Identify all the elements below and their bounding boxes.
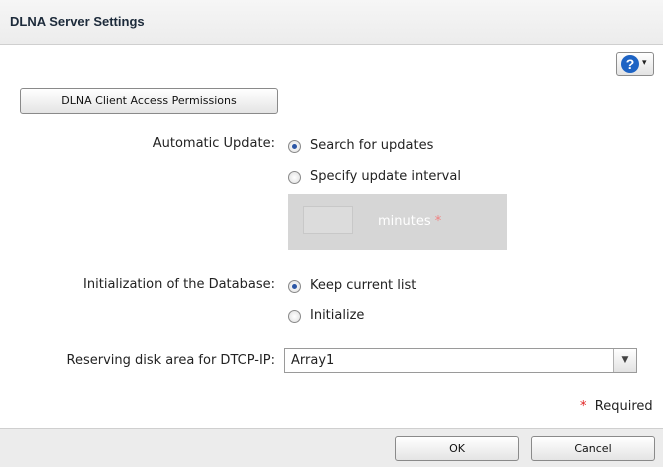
search-for-updates-radio[interactable] <box>288 140 301 153</box>
search-for-updates-option[interactable]: Search for updates <box>310 138 433 153</box>
dtcp-disk-select[interactable]: Array1 ▼ <box>284 348 637 373</box>
dialog-titlebar: DLNA Server Settings <box>0 0 663 45</box>
ok-button[interactable]: OK <box>395 436 519 461</box>
keep-current-list-radio[interactable] <box>288 280 301 293</box>
minutes-unit-label: minutes * <box>378 214 442 229</box>
dlna-client-access-button[interactable]: DLNA Client Access Permissions <box>20 88 278 114</box>
update-interval-panel: minutes * <box>288 194 507 250</box>
initialize-radio[interactable] <box>288 310 301 323</box>
chevron-down-icon: ▾ <box>642 58 647 68</box>
specify-interval-option[interactable]: Specify update interval <box>310 169 461 184</box>
initialization-label: Initialization of the Database: <box>83 277 275 292</box>
interval-minutes-input[interactable] <box>303 206 353 234</box>
cancel-button[interactable]: Cancel <box>531 436 655 461</box>
initialize-option[interactable]: Initialize <box>310 308 364 323</box>
chevron-down-icon[interactable]: ▼ <box>613 349 636 372</box>
help-button[interactable]: ? ▾ <box>616 52 654 76</box>
automatic-update-label: Automatic Update: <box>152 136 275 151</box>
dtcp-label: Reserving disk area for DTCP-IP: <box>66 353 275 368</box>
dialog-title: DLNA Server Settings <box>10 14 145 29</box>
required-mark: * <box>580 399 587 414</box>
interval-required-mark: * <box>434 214 442 229</box>
dtcp-selected-value: Array1 <box>291 353 335 368</box>
specify-interval-radio[interactable] <box>288 171 301 184</box>
help-icon: ? <box>621 55 639 73</box>
keep-current-list-option[interactable]: Keep current list <box>310 278 416 293</box>
required-note: * Required <box>580 399 653 414</box>
